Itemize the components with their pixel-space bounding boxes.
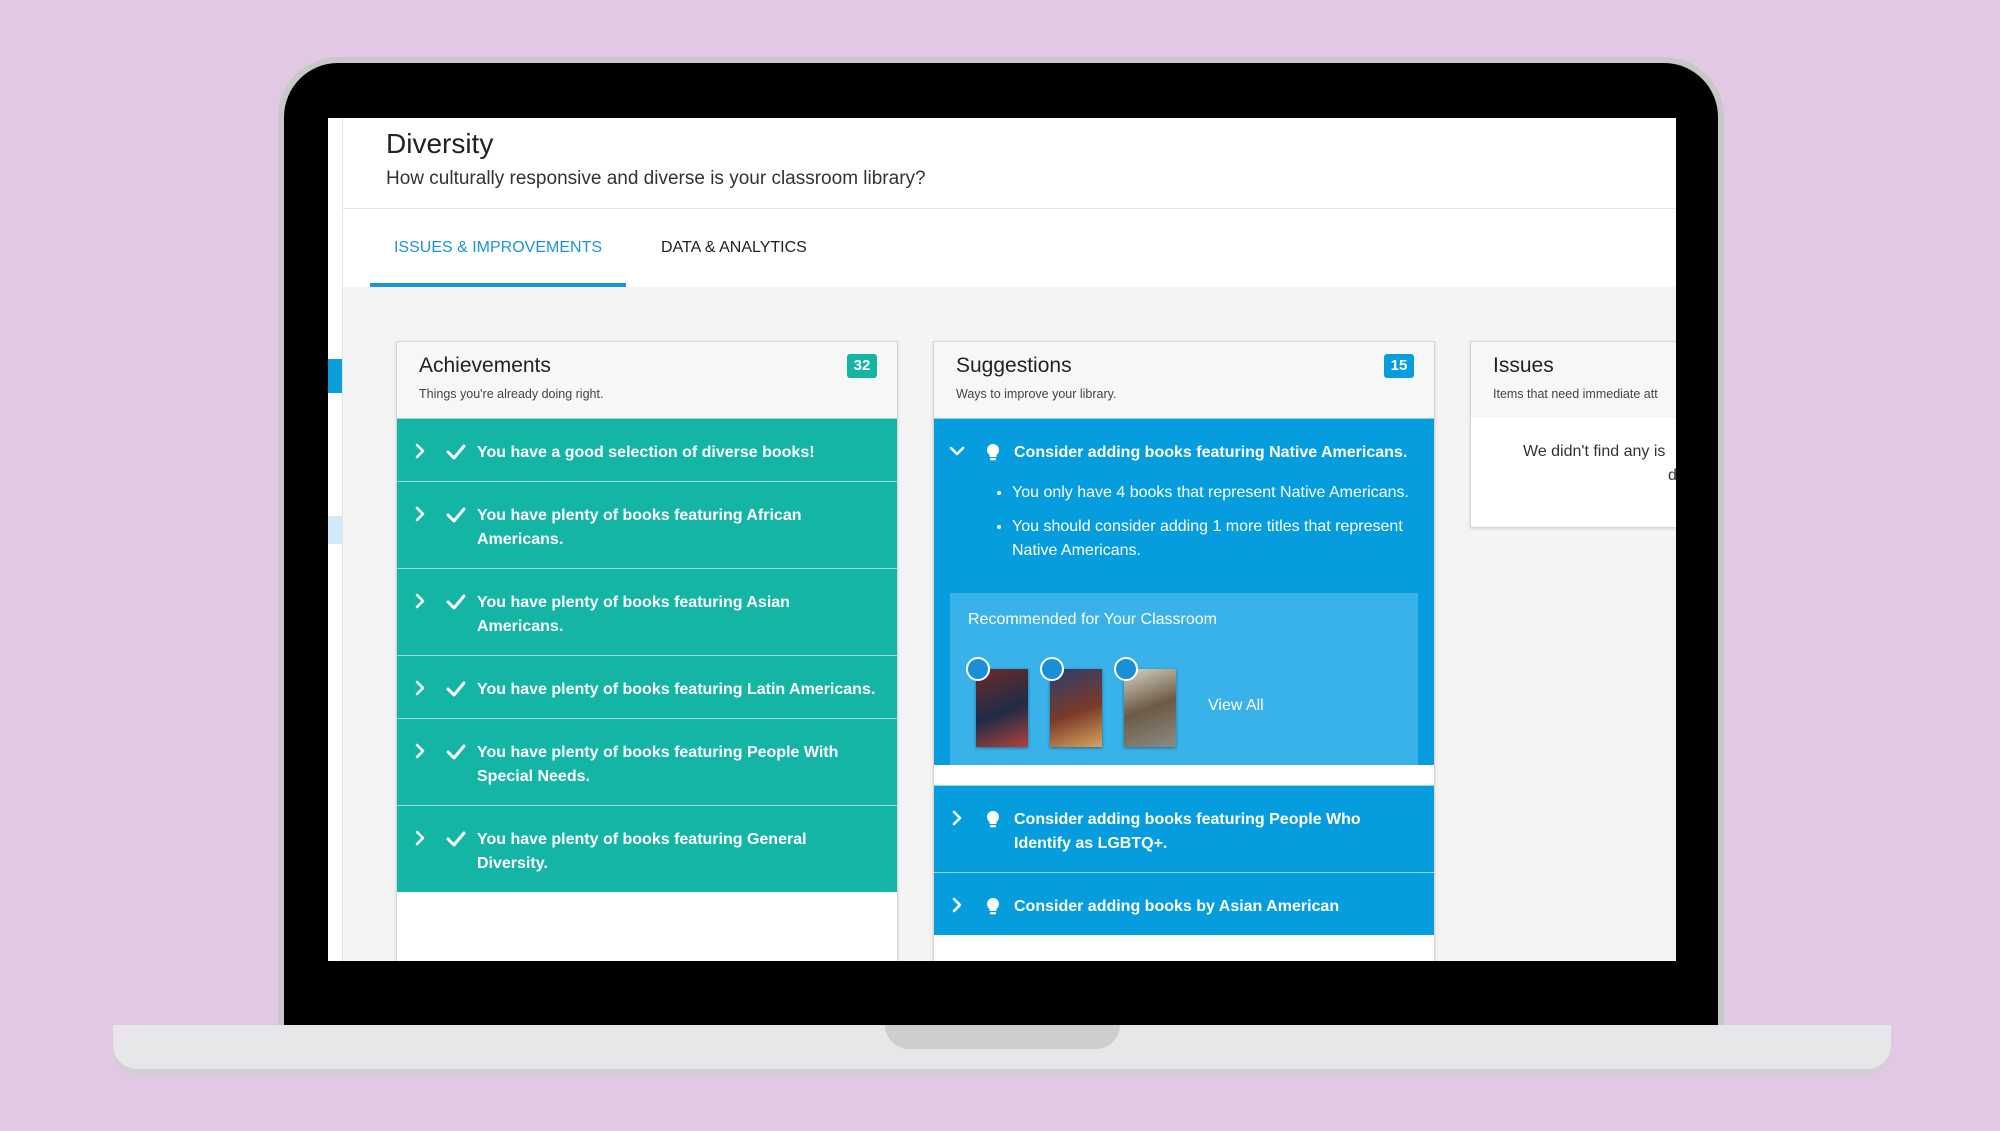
- chevron-right-icon[interactable]: [947, 895, 967, 915]
- achievement-row[interactable]: You have plenty of books featuring Asian…: [397, 568, 897, 655]
- tab-data-analytics[interactable]: DATA & ANALYTICS: [661, 209, 807, 287]
- checkmark-icon: [446, 507, 466, 523]
- book-cover-1[interactable]: [966, 657, 1028, 747]
- lightbulb-icon: [986, 897, 1000, 915]
- achievement-row[interactable]: You have plenty of books featuring Latin…: [397, 655, 897, 718]
- achievement-row[interactable]: You have a good selection of diverse boo…: [397, 418, 897, 481]
- page-header: Diversity How culturally responsive and …: [343, 118, 1676, 209]
- suggestion-details: You only have 4 books that represent Nat…: [934, 481, 1434, 593]
- recommended-panel: Recommended for Your Classroom View All: [950, 593, 1418, 765]
- recommended-title: Recommended for Your Classroom: [968, 611, 1218, 628]
- chevron-right-icon[interactable]: [410, 741, 430, 761]
- issues-subtitle: Items that need immediate att: [1493, 387, 1658, 401]
- chevron-right-icon[interactable]: [410, 678, 430, 698]
- suggestions-subtitle: Ways to improve your library.: [956, 387, 1117, 401]
- checkmark-icon: [446, 594, 466, 610]
- sidebar-active-indicator[interactable]: [328, 359, 342, 393]
- suggestion-row[interactable]: Consider adding books by Asian American: [934, 872, 1434, 935]
- achievement-row[interactable]: You have plenty of books featuring Afric…: [397, 481, 897, 568]
- sidebar-item-highlight[interactable]: [328, 516, 342, 544]
- suggestions-header: Suggestions Ways to improve your library…: [934, 342, 1434, 418]
- achievement-row[interactable]: You have plenty of books featuring Gener…: [397, 805, 897, 892]
- issues-title: Issues: [1493, 354, 1554, 377]
- page-subtitle: How culturally responsive and diverse is…: [386, 168, 926, 189]
- suggestion-detail-bullet: You should consider adding 1 more titles…: [1012, 515, 1414, 563]
- lightbulb-icon: [986, 443, 1000, 461]
- suggestions-card: Suggestions Ways to improve your library…: [933, 341, 1435, 961]
- page-title: Diversity: [386, 128, 494, 159]
- book-cover-3[interactable]: [1114, 657, 1176, 747]
- book-icon: [1114, 657, 1138, 681]
- issues-empty-line: dive: [1523, 464, 1676, 488]
- book-cover-2[interactable]: [1040, 657, 1102, 747]
- checkmark-icon: [446, 744, 466, 760]
- achievement-row-text: You have plenty of books featuring Afric…: [477, 507, 802, 548]
- view-all-link[interactable]: View All: [1208, 697, 1264, 715]
- issues-empty-line: We didn't find any is: [1523, 443, 1666, 460]
- book-icon: [966, 657, 990, 681]
- tab-issues-improvements[interactable]: ISSUES & IMPROVEMENTS: [370, 209, 626, 287]
- chevron-right-icon[interactable]: [410, 504, 430, 524]
- achievements-subtitle: Things you're already doing right.: [419, 387, 604, 401]
- suggestions-count-badge: 15: [1384, 354, 1414, 378]
- suggestions-list: Consider adding books featuring People W…: [934, 785, 1434, 935]
- achievement-row-text: You have a good selection of diverse boo…: [477, 444, 815, 461]
- chevron-right-icon[interactable]: [947, 808, 967, 828]
- suggestions-title: Suggestions: [956, 354, 1072, 377]
- app-screen: Diversity How culturally responsive and …: [328, 118, 1676, 961]
- achievements-title: Achievements: [419, 354, 551, 377]
- achievement-row-text: You have plenty of books featuring Peopl…: [477, 744, 839, 785]
- suggestion-row-text: Consider adding books by Asian American: [1014, 898, 1340, 915]
- suggestion-row[interactable]: Consider adding books featuring People W…: [934, 785, 1434, 872]
- checkmark-icon: [446, 444, 466, 460]
- suggestion-row-expanded[interactable]: Consider adding books featuring Native A…: [934, 418, 1434, 765]
- chevron-right-icon[interactable]: [410, 441, 430, 461]
- achievements-card: Achievements Things you're already doing…: [396, 341, 898, 961]
- chevron-right-icon[interactable]: [410, 591, 430, 611]
- suggestion-row-text: Consider adding books featuring People W…: [1014, 811, 1361, 852]
- achievements-list: You have a good selection of diverse boo…: [397, 418, 897, 892]
- checkmark-icon: [446, 681, 466, 697]
- tab-bar: ISSUES & IMPROVEMENTS DATA & ANALYTICS: [343, 209, 1676, 287]
- achievements-count-badge: 32: [847, 354, 877, 378]
- achievement-row-text: You have plenty of books featuring Gener…: [477, 831, 807, 872]
- achievement-row-text: You have plenty of books featuring Asian…: [477, 594, 790, 635]
- issues-empty-message: We didn't find any is dive: [1471, 418, 1676, 488]
- book-icon: [1040, 657, 1064, 681]
- achievement-row[interactable]: You have plenty of books featuring Peopl…: [397, 718, 897, 805]
- checkmark-icon: [446, 831, 466, 847]
- suggestion-row-text: Consider adding books featuring Native A…: [1014, 444, 1408, 461]
- achievements-header: Achievements Things you're already doing…: [397, 342, 897, 418]
- sidebar: [328, 118, 343, 961]
- issues-card: Issues Items that need immediate att We …: [1470, 341, 1676, 528]
- achievement-row-text: You have plenty of books featuring Latin…: [477, 681, 876, 698]
- chevron-right-icon[interactable]: [410, 828, 430, 848]
- chevron-down-icon[interactable]: [947, 441, 967, 461]
- laptop-notch: [885, 1025, 1120, 1049]
- issues-header: Issues Items that need immediate att: [1471, 342, 1676, 418]
- lightbulb-icon: [986, 810, 1000, 828]
- suggestion-detail-bullet: You only have 4 books that represent Nat…: [1012, 481, 1414, 505]
